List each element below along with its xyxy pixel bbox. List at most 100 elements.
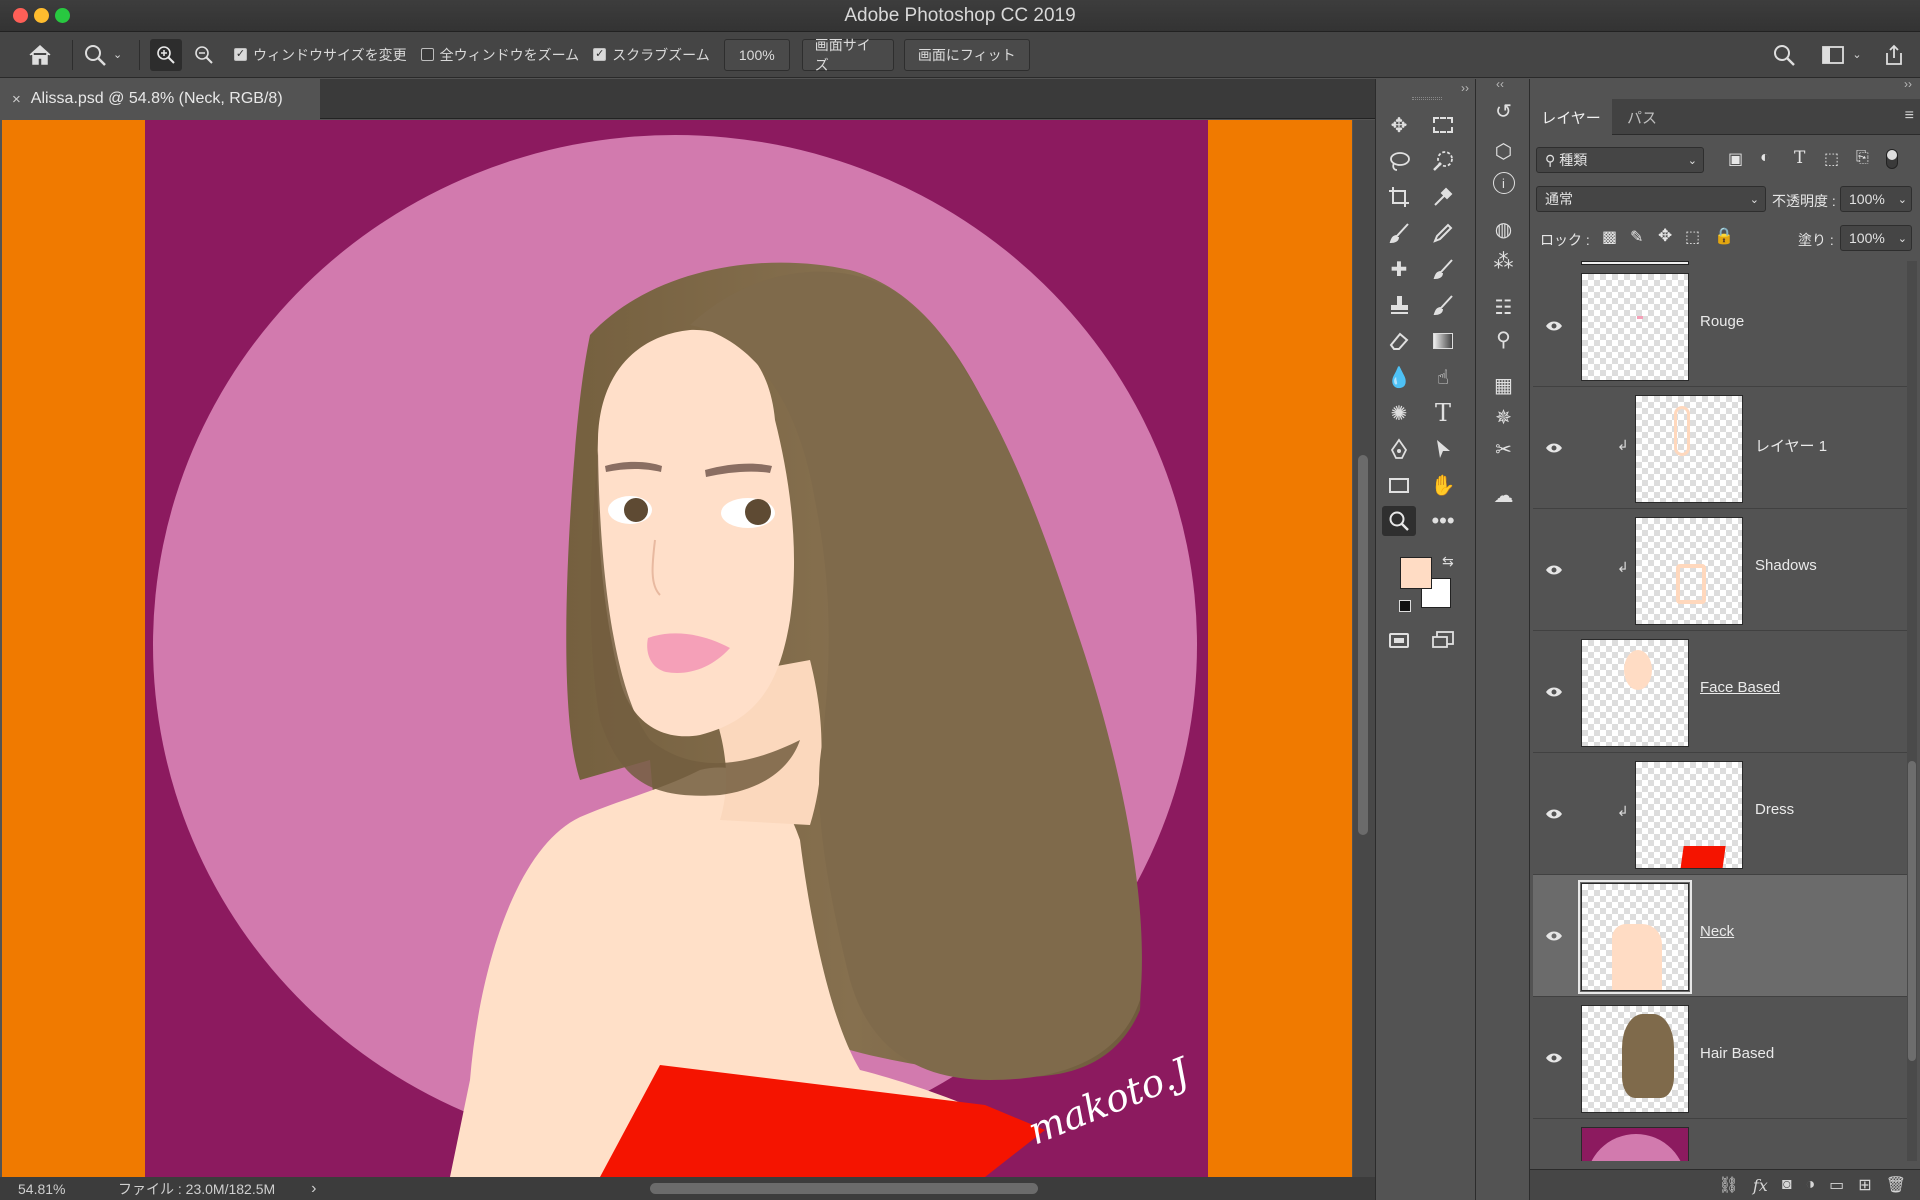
screen-mode-icon[interactable] bbox=[1426, 625, 1460, 655]
zoom-tool-preset-picker[interactable]: ⌄ bbox=[83, 43, 133, 67]
lasso-tool-icon[interactable] bbox=[1382, 146, 1416, 176]
share-button[interactable] bbox=[1874, 44, 1914, 66]
close-tab-icon[interactable]: × bbox=[12, 91, 21, 108]
filter-pixel-icon[interactable]: ▣ bbox=[1728, 149, 1743, 169]
filter-toggle-icon[interactable] bbox=[1886, 149, 1898, 169]
collapse-dock-icon[interactable]: ‹‹ bbox=[1496, 77, 1504, 91]
clone-source-icon[interactable]: ⚲ bbox=[1476, 323, 1531, 355]
layer-row-face-based[interactable]: Face Based bbox=[1533, 631, 1907, 753]
minimize-window-button[interactable] bbox=[34, 8, 49, 23]
document-tab[interactable]: × Alissa.psd @ 54.8% (Neck, RGB/8) bbox=[0, 79, 320, 119]
history-brush-tool-icon[interactable] bbox=[1426, 290, 1460, 320]
foreground-color-swatch[interactable] bbox=[1400, 557, 1432, 589]
eyedropper-tool-icon[interactable] bbox=[1426, 182, 1460, 212]
lock-transparent-icon[interactable]: ▩ bbox=[1602, 227, 1617, 247]
resize-windows-checkbox[interactable]: ✓ ウィンドウサイズを変更 bbox=[234, 45, 407, 65]
pencil-tool-icon[interactable] bbox=[1426, 218, 1460, 248]
zoom-window-button[interactable] bbox=[55, 8, 70, 23]
info-panel-icon[interactable]: i bbox=[1476, 167, 1531, 199]
brush-tool-icon[interactable] bbox=[1382, 218, 1416, 248]
filter-type-icon[interactable]: T bbox=[1794, 148, 1805, 168]
visibility-eye-icon[interactable] bbox=[1541, 801, 1567, 827]
workspace-switcher[interactable]: ⌄ bbox=[1810, 45, 1874, 64]
visibility-eye-icon[interactable] bbox=[1541, 557, 1567, 583]
layer-row-background-partial[interactable] bbox=[1533, 1119, 1907, 1161]
quick-selection-tool-icon[interactable] bbox=[1426, 146, 1460, 176]
status-menu-arrow[interactable]: › bbox=[311, 1180, 316, 1198]
zoom-out-button[interactable] bbox=[188, 39, 220, 71]
layer-row-shadows[interactable]: ↲ Shadows bbox=[1533, 509, 1907, 631]
filter-smart-object-icon[interactable]: ⎘ bbox=[1856, 149, 1869, 167]
layer-name[interactable]: Neck bbox=[1700, 923, 1734, 940]
lock-position-icon[interactable]: ✥ bbox=[1658, 226, 1672, 246]
grid-panel-icon[interactable]: ▦ bbox=[1476, 369, 1531, 401]
horizontal-scroll-thumb[interactable] bbox=[650, 1183, 1038, 1194]
visibility-eye-icon[interactable] bbox=[1541, 679, 1567, 705]
fit-screen-button[interactable]: 画面にフィット bbox=[903, 38, 1030, 71]
zoom-all-windows-checkbox[interactable]: 全ウィンドウをズーム bbox=[420, 45, 579, 65]
home-button[interactable] bbox=[18, 35, 62, 75]
delete-layer-icon[interactable]: 🗑 bbox=[1886, 1175, 1906, 1195]
close-window-button[interactable] bbox=[13, 8, 28, 23]
brush-settings-icon[interactable]: ⁂ bbox=[1476, 245, 1531, 277]
panel-menu-icon[interactable]: ≡ bbox=[1905, 107, 1914, 125]
layers-scrollbar[interactable] bbox=[1907, 261, 1917, 1161]
visibility-eye-icon[interactable] bbox=[1541, 1045, 1567, 1071]
move-tool-icon[interactable]: ✥ bbox=[1382, 110, 1416, 140]
mixer-brush-tool-icon[interactable] bbox=[1426, 254, 1460, 284]
blend-mode-select[interactable]: 通常 ⌄ bbox=[1536, 186, 1766, 212]
new-adjustment-layer-icon[interactable]: ◑ bbox=[1805, 1176, 1815, 1194]
path-selection-tool-icon[interactable] bbox=[1426, 434, 1460, 464]
type-tool-icon[interactable]: T bbox=[1426, 398, 1460, 428]
layer-row-dress[interactable]: ↲ Dress bbox=[1533, 753, 1907, 875]
new-group-icon[interactable]: ▭ bbox=[1829, 1175, 1844, 1195]
canvas-vertical-scrollbar[interactable] bbox=[1353, 120, 1375, 1177]
visibility-eye-icon[interactable] bbox=[1541, 923, 1567, 949]
fill-input[interactable]: 100% ⌄ bbox=[1840, 225, 1912, 251]
navigator-panel-icon[interactable]: ✵ bbox=[1476, 401, 1531, 433]
libraries-panel-icon[interactable]: ☁ bbox=[1476, 479, 1531, 511]
color-panel-icon[interactable]: ◍ bbox=[1476, 213, 1531, 245]
pen-tool-icon[interactable] bbox=[1382, 434, 1416, 464]
opacity-input[interactable]: 100% ⌄ bbox=[1840, 186, 1912, 212]
history-panel-icon[interactable]: ↺ bbox=[1476, 95, 1531, 127]
canvas-area[interactable]: makoto.J bbox=[0, 120, 1353, 1177]
layers-scroll-thumb[interactable] bbox=[1908, 761, 1916, 1061]
tools-panel-icon[interactable]: ✂ bbox=[1476, 433, 1531, 465]
swap-colors-icon[interactable]: ⇆ bbox=[1442, 553, 1454, 570]
layer-name[interactable]: Face Based bbox=[1700, 679, 1780, 696]
gradient-tool-icon[interactable] bbox=[1426, 326, 1460, 356]
layer-row-neck[interactable]: Neck bbox=[1533, 875, 1907, 997]
add-mask-icon[interactable]: ◙ bbox=[1782, 1176, 1792, 1194]
status-zoom[interactable]: 54.81% bbox=[18, 1181, 118, 1197]
zoom-in-button[interactable] bbox=[150, 38, 182, 71]
stamp-tool-icon[interactable] bbox=[1382, 290, 1416, 320]
smudge-tool-icon[interactable]: ☝ bbox=[1426, 362, 1460, 392]
eraser-tool-icon[interactable] bbox=[1382, 326, 1416, 356]
visibility-eye-icon[interactable] bbox=[1541, 435, 1567, 461]
layer-row-rouge[interactable]: Rouge bbox=[1533, 265, 1907, 387]
zoom-tool-icon[interactable] bbox=[1382, 506, 1416, 536]
link-layers-icon[interactable]: ⛓ bbox=[1719, 1175, 1739, 1195]
layer-name[interactable]: Rouge bbox=[1700, 313, 1744, 330]
collapse-layers-icon[interactable]: ›› bbox=[1904, 77, 1912, 91]
tab-paths[interactable]: パス bbox=[1612, 99, 1672, 135]
lock-image-icon[interactable]: ✎ bbox=[1630, 227, 1643, 247]
visibility-eye-icon[interactable] bbox=[1541, 313, 1567, 339]
fx-icon[interactable]: fx bbox=[1753, 1176, 1768, 1195]
artwork-canvas[interactable]: makoto.J bbox=[0, 120, 1353, 1177]
lock-all-icon[interactable]: 🔒 bbox=[1714, 226, 1734, 246]
more-tools-icon[interactable]: ••• bbox=[1426, 506, 1460, 536]
actual-pixels-button[interactable]: 画面サイズ bbox=[801, 37, 894, 73]
crop-tool-icon[interactable] bbox=[1382, 182, 1416, 212]
search-button[interactable] bbox=[1766, 44, 1802, 66]
layer-name[interactable]: レイヤー 1 bbox=[1755, 435, 1827, 456]
healing-brush-tool-icon[interactable]: ✚ bbox=[1382, 254, 1416, 284]
layer-filter-kind[interactable]: ⚲ 種類 ⌄ bbox=[1536, 147, 1704, 173]
layer-row-hair-based[interactable]: Hair Based bbox=[1533, 997, 1907, 1119]
filter-shape-icon[interactable]: ⬚ bbox=[1824, 149, 1839, 169]
layer-name[interactable]: Dress bbox=[1755, 801, 1794, 818]
quick-mask-icon[interactable] bbox=[1382, 625, 1416, 655]
3d-panel-icon[interactable]: ⬡ bbox=[1476, 135, 1531, 167]
marquee-tool-icon[interactable] bbox=[1426, 110, 1460, 140]
